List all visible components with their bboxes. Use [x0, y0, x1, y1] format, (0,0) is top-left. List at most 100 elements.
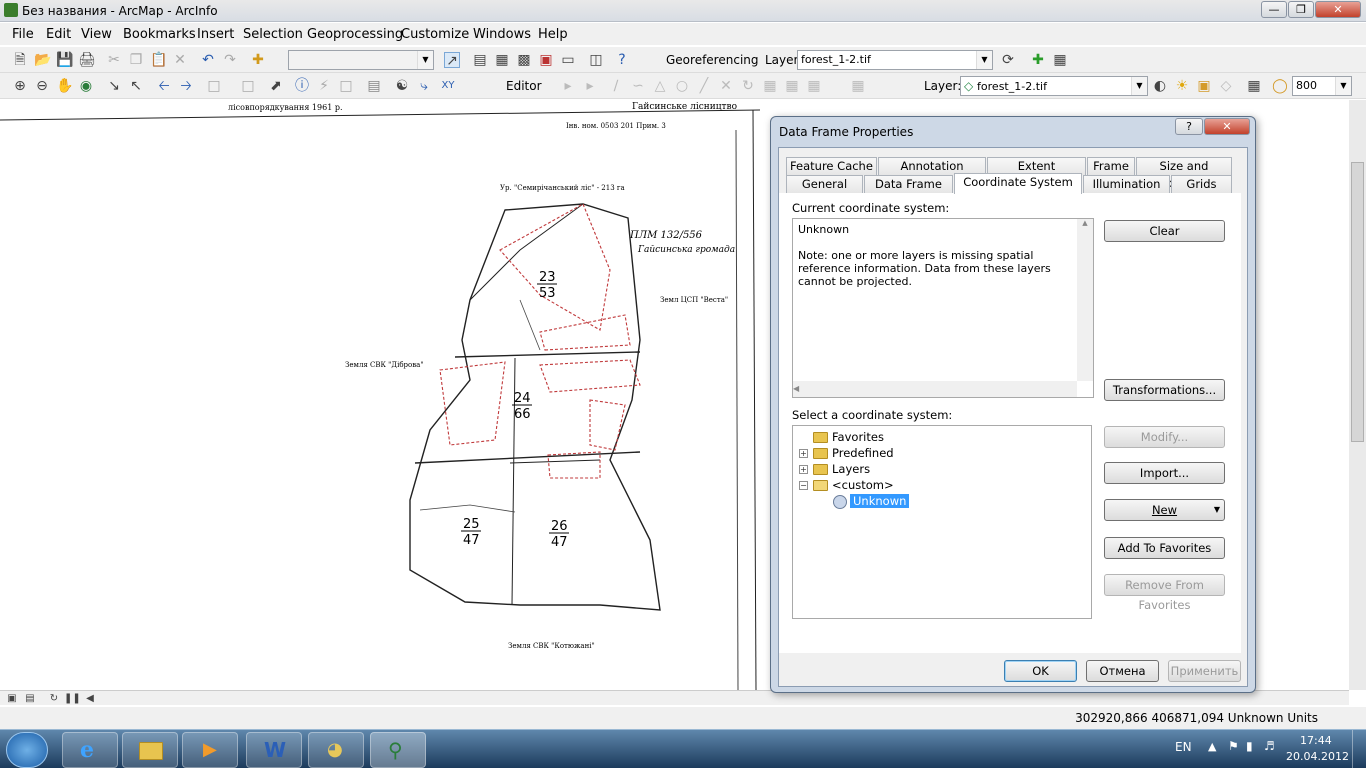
- arcmap-taskbar-icon[interactable]: ⚲: [370, 732, 426, 768]
- map-display[interactable]: лісовпорядкування 1961 р. Гайсинське ліс…: [0, 100, 770, 690]
- georeferencing-menu[interactable]: Georeferencing: [666, 53, 759, 67]
- reshape-icon[interactable]: ○: [674, 78, 690, 94]
- refresh-icon[interactable]: ↻: [46, 691, 62, 707]
- rotate-icon[interactable]: ⟳: [1000, 52, 1016, 68]
- cut-icon[interactable]: ✂: [106, 52, 122, 68]
- print-icon[interactable]: 🖨: [78, 52, 96, 68]
- select-elements-icon[interactable]: ⬈: [268, 78, 284, 94]
- menu-help[interactable]: Help: [538, 27, 568, 42]
- cancel-button[interactable]: Отмена: [1086, 660, 1159, 682]
- view-link-table-icon[interactable]: ▦: [1052, 52, 1068, 68]
- hyperlink-icon[interactable]: ⚡: [316, 78, 332, 94]
- catalog-icon[interactable]: ▦: [494, 52, 510, 68]
- identify-icon[interactable]: ⓘ: [294, 78, 310, 94]
- restore-button[interactable]: ❐: [1288, 1, 1314, 18]
- scale-value-combo[interactable]: 800 ▼: [1292, 76, 1352, 96]
- word-icon[interactable]: W: [246, 732, 302, 768]
- back-extent-icon[interactable]: 🡠: [156, 78, 172, 94]
- fixed-zoom-out-icon[interactable]: ↖: [128, 78, 144, 94]
- tab-frame[interactable]: Frame: [1087, 157, 1135, 175]
- redo-icon[interactable]: ↷: [222, 52, 238, 68]
- html-popup-icon[interactable]: □: [338, 78, 354, 94]
- scrollbar-thumb[interactable]: [1351, 162, 1364, 442]
- clear-selection-icon[interactable]: □: [240, 78, 256, 94]
- remove-from-favorites-button[interactable]: Remove From Favorites: [1104, 574, 1225, 612]
- select-features-icon[interactable]: □: [206, 78, 222, 94]
- image-analysis-icon[interactable]: ▦: [850, 78, 866, 94]
- menu-windows[interactable]: Windows: [473, 27, 531, 42]
- tree-unknown[interactable]: Unknown: [833, 493, 910, 509]
- add-data-icon[interactable]: ✚: [250, 52, 266, 68]
- edit-annotation-icon[interactable]: ▸: [582, 78, 598, 94]
- expand-icon[interactable]: +: [799, 449, 808, 458]
- tab-feature-cache[interactable]: Feature Cache: [786, 157, 877, 175]
- close-window-button[interactable]: ✕: [1315, 1, 1361, 18]
- volume-icon[interactable]: ♬: [1264, 739, 1275, 753]
- add-to-favorites-button[interactable]: Add To Favorites: [1104, 537, 1225, 559]
- clock-time[interactable]: 17:44: [1300, 734, 1332, 747]
- action-center-icon[interactable]: ⚑: [1228, 739, 1239, 753]
- swipe-icon[interactable]: ◇: [1218, 78, 1234, 94]
- tab-grids[interactable]: Grids: [1171, 175, 1232, 193]
- pan-hand-icon[interactable]: ✋: [56, 78, 73, 94]
- dialog-close-button[interactable]: ✕: [1204, 118, 1250, 135]
- layout-view-icon[interactable]: ▤: [22, 691, 38, 707]
- effects-layer-select[interactable]: ◇ forest_1-2.tif ▼: [960, 76, 1148, 96]
- brightness-icon[interactable]: ☀: [1174, 78, 1190, 94]
- new-document-icon[interactable]: 🗎: [12, 52, 28, 68]
- expand-icon[interactable]: +: [799, 465, 808, 474]
- show-desktop-button[interactable]: [1352, 730, 1366, 769]
- forward-extent-icon[interactable]: 🡢: [178, 78, 194, 94]
- fixed-zoom-in-icon[interactable]: ↘: [106, 78, 122, 94]
- dialog-help-button[interactable]: ?: [1175, 118, 1203, 135]
- table-of-contents-icon[interactable]: ▤: [472, 52, 488, 68]
- open-folder-icon[interactable]: 📂: [34, 52, 51, 68]
- tab-general[interactable]: General: [786, 175, 863, 193]
- attributes-icon[interactable]: ▦: [762, 78, 778, 94]
- pause-drawing-icon[interactable]: ❚❚: [64, 691, 81, 707]
- menu-selection[interactable]: Selection: [243, 27, 303, 42]
- save-icon[interactable]: 💾: [56, 52, 73, 68]
- edit-vertices-icon[interactable]: △: [652, 78, 668, 94]
- clear-button[interactable]: Clear: [1104, 220, 1225, 242]
- transformations-button[interactable]: Transformations...: [1104, 379, 1225, 401]
- tree-predefined[interactable]: Predefined: [813, 445, 894, 461]
- textbox-hscrollbar[interactable]: ◀: [793, 381, 1077, 397]
- tab-size-and-position[interactable]: Size and Position: [1136, 157, 1232, 190]
- tree-custom[interactable]: <custom>: [813, 477, 894, 493]
- apply-button[interactable]: Применить: [1168, 660, 1241, 682]
- delete-icon[interactable]: ✕: [172, 52, 188, 68]
- find-binoculars-icon[interactable]: ☯: [394, 78, 410, 94]
- georef-layer-select[interactable]: forest_1-2.tif ▼: [797, 50, 993, 70]
- zoom-in-icon[interactable]: ⊕: [12, 78, 28, 94]
- split-icon[interactable]: ✕: [718, 78, 734, 94]
- menu-customize[interactable]: Customize: [401, 27, 469, 42]
- add-control-points-icon[interactable]: ✚: [1030, 52, 1046, 68]
- cut-polygons-icon[interactable]: ╱: [696, 78, 712, 94]
- editor-toolbar-icon[interactable]: ↗: [444, 52, 460, 69]
- model-builder-icon[interactable]: ◫: [588, 52, 604, 68]
- full-extent-globe-icon[interactable]: ◉: [78, 78, 94, 94]
- internet-explorer-icon[interactable]: e: [62, 732, 118, 768]
- undo-icon[interactable]: ↶: [200, 52, 216, 68]
- import-button[interactable]: Import...: [1104, 462, 1225, 484]
- menu-view[interactable]: View: [81, 27, 112, 42]
- georef-fit-icon[interactable]: ▦: [1246, 78, 1262, 94]
- python-window-icon[interactable]: ▭: [560, 52, 576, 68]
- new-button[interactable]: New ▼: [1104, 499, 1225, 521]
- contrast-icon[interactable]: ◐: [1152, 78, 1168, 94]
- coordinate-system-tree[interactable]: Favorites + Predefined + Layers − <custo…: [792, 425, 1092, 619]
- scroll-left-icon[interactable]: ◀: [82, 691, 98, 707]
- modify-button[interactable]: Modify...: [1104, 426, 1225, 448]
- textbox-scrollbar[interactable]: ▲: [1077, 219, 1093, 381]
- arctoolbox-icon[interactable]: ▣: [538, 52, 554, 68]
- create-features-icon[interactable]: ▦: [806, 78, 822, 94]
- rotate-edit-icon[interactable]: ↻: [740, 78, 756, 94]
- menu-file[interactable]: File: [12, 27, 34, 42]
- tab-illumination[interactable]: Illumination: [1083, 175, 1170, 193]
- tree-favorites[interactable]: Favorites: [813, 429, 884, 445]
- zoom-out-icon[interactable]: ⊖: [34, 78, 50, 94]
- tab-coordinate-system[interactable]: Coordinate System: [954, 173, 1082, 194]
- menu-edit[interactable]: Edit: [46, 27, 71, 42]
- map-vertical-scrollbar[interactable]: [1349, 100, 1366, 690]
